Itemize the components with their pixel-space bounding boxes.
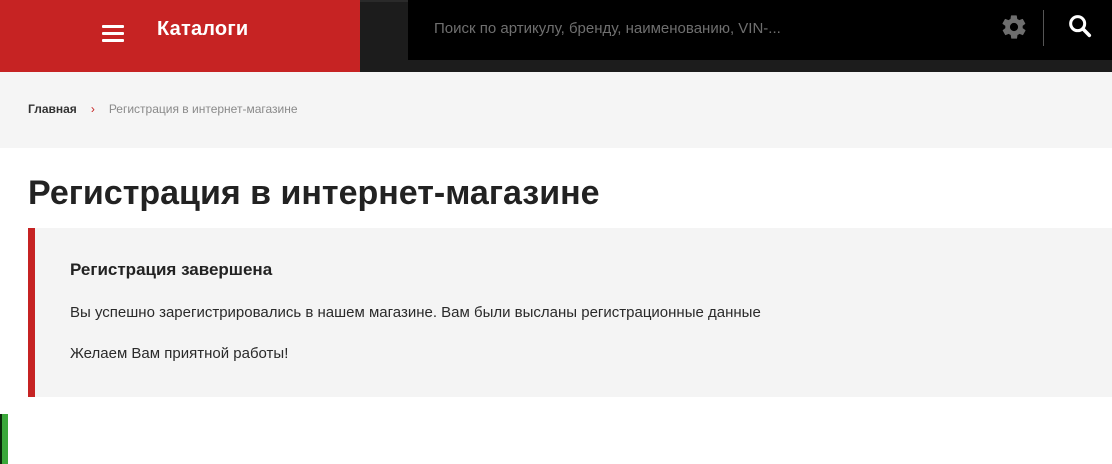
- catalog-label: Каталоги: [157, 18, 249, 40]
- message-heading: Регистрация завершена: [70, 260, 273, 279]
- message-accent-bar: [28, 228, 35, 397]
- window-edge-shadow: [0, 414, 2, 464]
- gear-icon[interactable]: [1000, 13, 1028, 41]
- message-text-secondary: Желаем Вам приятной работы!: [70, 345, 289, 362]
- breadcrumb: Главная › Регистрация в интернет-магазин…: [28, 102, 298, 116]
- breadcrumb-separator: ›: [90, 102, 95, 116]
- catalog-menu-button[interactable]: Каталоги: [0, 0, 360, 72]
- search-input[interactable]: [434, 10, 964, 46]
- search-icon[interactable]: [1066, 12, 1094, 40]
- header-divider: [1043, 10, 1044, 46]
- breadcrumb-home-link[interactable]: Главная: [28, 102, 77, 116]
- breadcrumb-current: Регистрация в интернет-магазине: [108, 102, 298, 116]
- menu-icon: [102, 22, 126, 44]
- message-text: Вы успешно зарегистрировались в нашем ма…: [70, 304, 761, 321]
- page-title: Регистрация в интернет-магазине: [28, 174, 600, 212]
